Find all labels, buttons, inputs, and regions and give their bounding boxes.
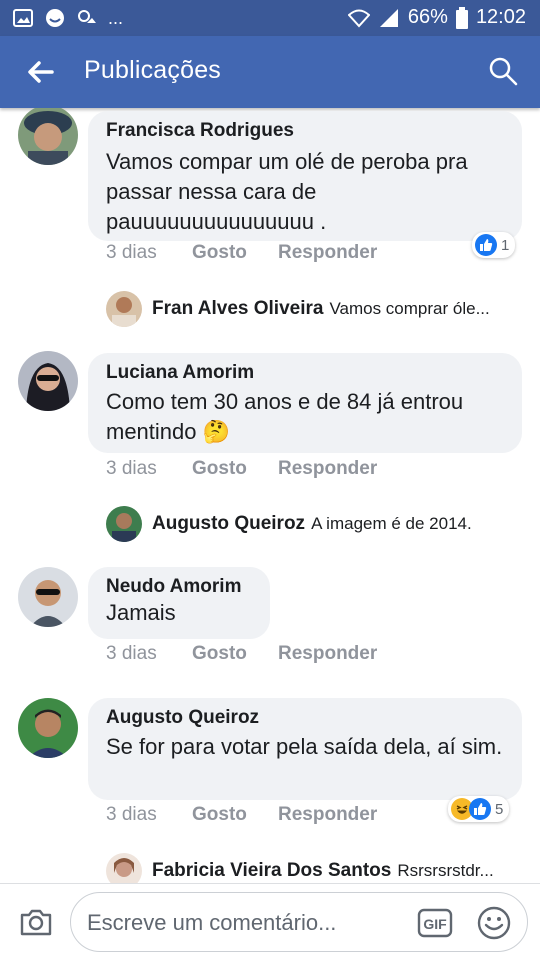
face-icon	[46, 9, 64, 27]
avatar[interactable]	[18, 108, 78, 165]
reply-preview[interactable]: Fabricia Vieira Dos Santos Rsrsrsrstdr..…	[106, 853, 494, 883]
back-arrow-icon[interactable]	[22, 54, 58, 90]
avatar[interactable]	[18, 698, 78, 758]
reply-button[interactable]: Responder	[278, 242, 377, 264]
reply-author: Fabricia Vieira Dos Santos	[152, 860, 392, 881]
status-more: ...	[108, 7, 124, 28]
comment-input-placeholder: Escreve um comentário...	[87, 910, 337, 935]
dot-icon	[78, 10, 96, 23]
reply-text: Vamos comprar óle...	[329, 299, 490, 318]
reply-text: A imagem é de 2014.	[311, 514, 472, 533]
comment-bubble[interactable]: Francisca Rodrigues Vamos compar um olé …	[88, 111, 522, 241]
clock: 12:02	[475, 6, 526, 28]
like-button[interactable]: Gosto	[192, 458, 278, 480]
battery-icon	[455, 6, 468, 29]
like-button[interactable]: Gosto	[192, 643, 278, 665]
comment-text: Se for para votar pela saída dela, aí si…	[106, 734, 503, 759]
avatar[interactable]	[18, 567, 78, 627]
gallery-icon	[13, 9, 33, 27]
comment-time: 3 dias	[106, 242, 157, 263]
reaction-count: 5	[495, 800, 504, 818]
avatar	[106, 506, 142, 542]
reply-author: Fran Alves Oliveira	[152, 298, 324, 319]
reaction-count: 1	[501, 236, 510, 254]
like-button[interactable]: Gosto	[192, 804, 278, 826]
comment-actions: 3 dias Gosto Responder	[106, 643, 377, 665]
comment-bubble[interactable]: Luciana Amorim Como tem 30 anos e de 84 …	[88, 353, 522, 453]
wifi-icon	[347, 9, 370, 27]
reply-preview[interactable]: Fran Alves Oliveira Vamos comprar óle...	[106, 291, 490, 327]
comments-feed: Francisca Rodrigues Vamos compar um olé …	[0, 108, 540, 883]
like-icon	[475, 234, 497, 256]
comment-actions: 3 dias Gosto Responder	[106, 804, 377, 826]
comment-time: 3 dias	[106, 643, 157, 664]
reply-preview[interactable]: Augusto Queiroz A imagem é de 2014.	[106, 506, 472, 542]
comment-author[interactable]: Neudo Amorim	[106, 575, 256, 599]
page-title: Publicações	[84, 56, 222, 84]
comment-bubble[interactable]: Neudo Amorim Jamais	[88, 567, 270, 639]
battery-percent: 66%	[407, 6, 448, 28]
comment-text: Como tem 30 anos e de 84 já entrou menti…	[106, 389, 464, 444]
comment-author[interactable]: Augusto Queiroz	[106, 706, 508, 730]
comment-bubble[interactable]: Augusto Queiroz Se for para votar pela s…	[88, 698, 522, 800]
comment-time: 3 dias	[106, 458, 157, 479]
reply-text: Rsrsrsrstdr...	[397, 861, 494, 880]
like-button[interactable]: Gosto	[192, 242, 278, 264]
avatar	[106, 291, 142, 327]
reply-author: Augusto Queiroz	[152, 513, 306, 534]
gif-label: GIF	[423, 916, 447, 932]
comment-time: 3 dias	[106, 804, 157, 825]
status-bar: ... 66% 12:02	[0, 0, 540, 36]
reaction-summary[interactable]: 1	[472, 232, 516, 258]
like-icon	[469, 798, 491, 820]
comment-text: Vamos compar um olé de peroba pra passar…	[106, 149, 468, 234]
comment-input[interactable]: Escreve um comentário... GIF	[70, 892, 528, 952]
search-icon[interactable]	[488, 56, 518, 86]
app-bar: Publicações	[0, 36, 540, 108]
reply-button[interactable]: Responder	[278, 804, 377, 826]
camera-icon[interactable]	[18, 904, 54, 940]
reply-button[interactable]: Responder	[278, 458, 377, 480]
comment-author[interactable]: Francisca Rodrigues	[106, 119, 508, 143]
reply-button[interactable]: Responder	[278, 643, 377, 665]
reaction-summary[interactable]: 5	[448, 796, 510, 822]
emoji-icon[interactable]	[476, 905, 512, 941]
comment-composer: Escreve um comentário... GIF	[0, 883, 540, 960]
avatar	[106, 853, 142, 883]
comment-actions: 3 dias Gosto Responder	[106, 458, 377, 480]
comment-actions: 3 dias Gosto Responder	[106, 242, 377, 264]
gif-icon[interactable]: GIF	[417, 907, 453, 939]
signal-icon	[379, 8, 398, 27]
comment-author[interactable]: Luciana Amorim	[106, 361, 508, 385]
comment-text: Jamais	[106, 600, 176, 625]
avatar[interactable]	[18, 351, 78, 411]
